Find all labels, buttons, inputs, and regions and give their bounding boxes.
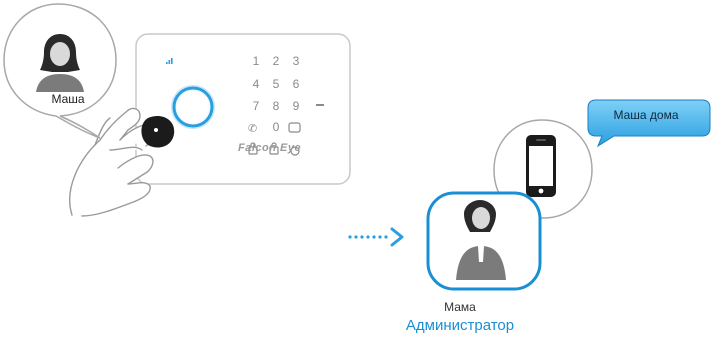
key-1: 1 bbox=[252, 54, 260, 68]
diagram-scene: ✆ bbox=[3, 3, 711, 291]
admin-avatar-frame bbox=[426, 191, 542, 291]
arrow-icon bbox=[348, 227, 404, 247]
notification-bubble bbox=[587, 99, 711, 148]
key-8: 8 bbox=[272, 99, 280, 113]
key-4: 4 bbox=[252, 77, 260, 91]
reader-glow bbox=[171, 85, 215, 129]
dash-key bbox=[316, 104, 324, 106]
key-9: 9 bbox=[292, 99, 300, 113]
smartphone-icon bbox=[526, 135, 556, 197]
key-5: 5 bbox=[272, 77, 280, 91]
phone-key-icon: ✆ bbox=[248, 122, 257, 135]
user-label: Маша bbox=[51, 92, 85, 106]
recipient-label: Мама bbox=[444, 300, 476, 314]
key-7: 7 bbox=[252, 99, 260, 113]
notification-text: Маша дома bbox=[613, 108, 679, 122]
masha-bubble bbox=[3, 3, 117, 139]
recipient-role: Администратор bbox=[405, 317, 515, 334]
key-3: 3 bbox=[292, 54, 300, 68]
keyfob-icon bbox=[141, 115, 175, 148]
alarm-panel: ✆ bbox=[135, 33, 351, 185]
key-2: 2 bbox=[272, 54, 280, 68]
key-0: 0 bbox=[272, 120, 280, 134]
panel-brand: Falcon Eye bbox=[238, 142, 302, 154]
key-6: 6 bbox=[292, 77, 300, 91]
